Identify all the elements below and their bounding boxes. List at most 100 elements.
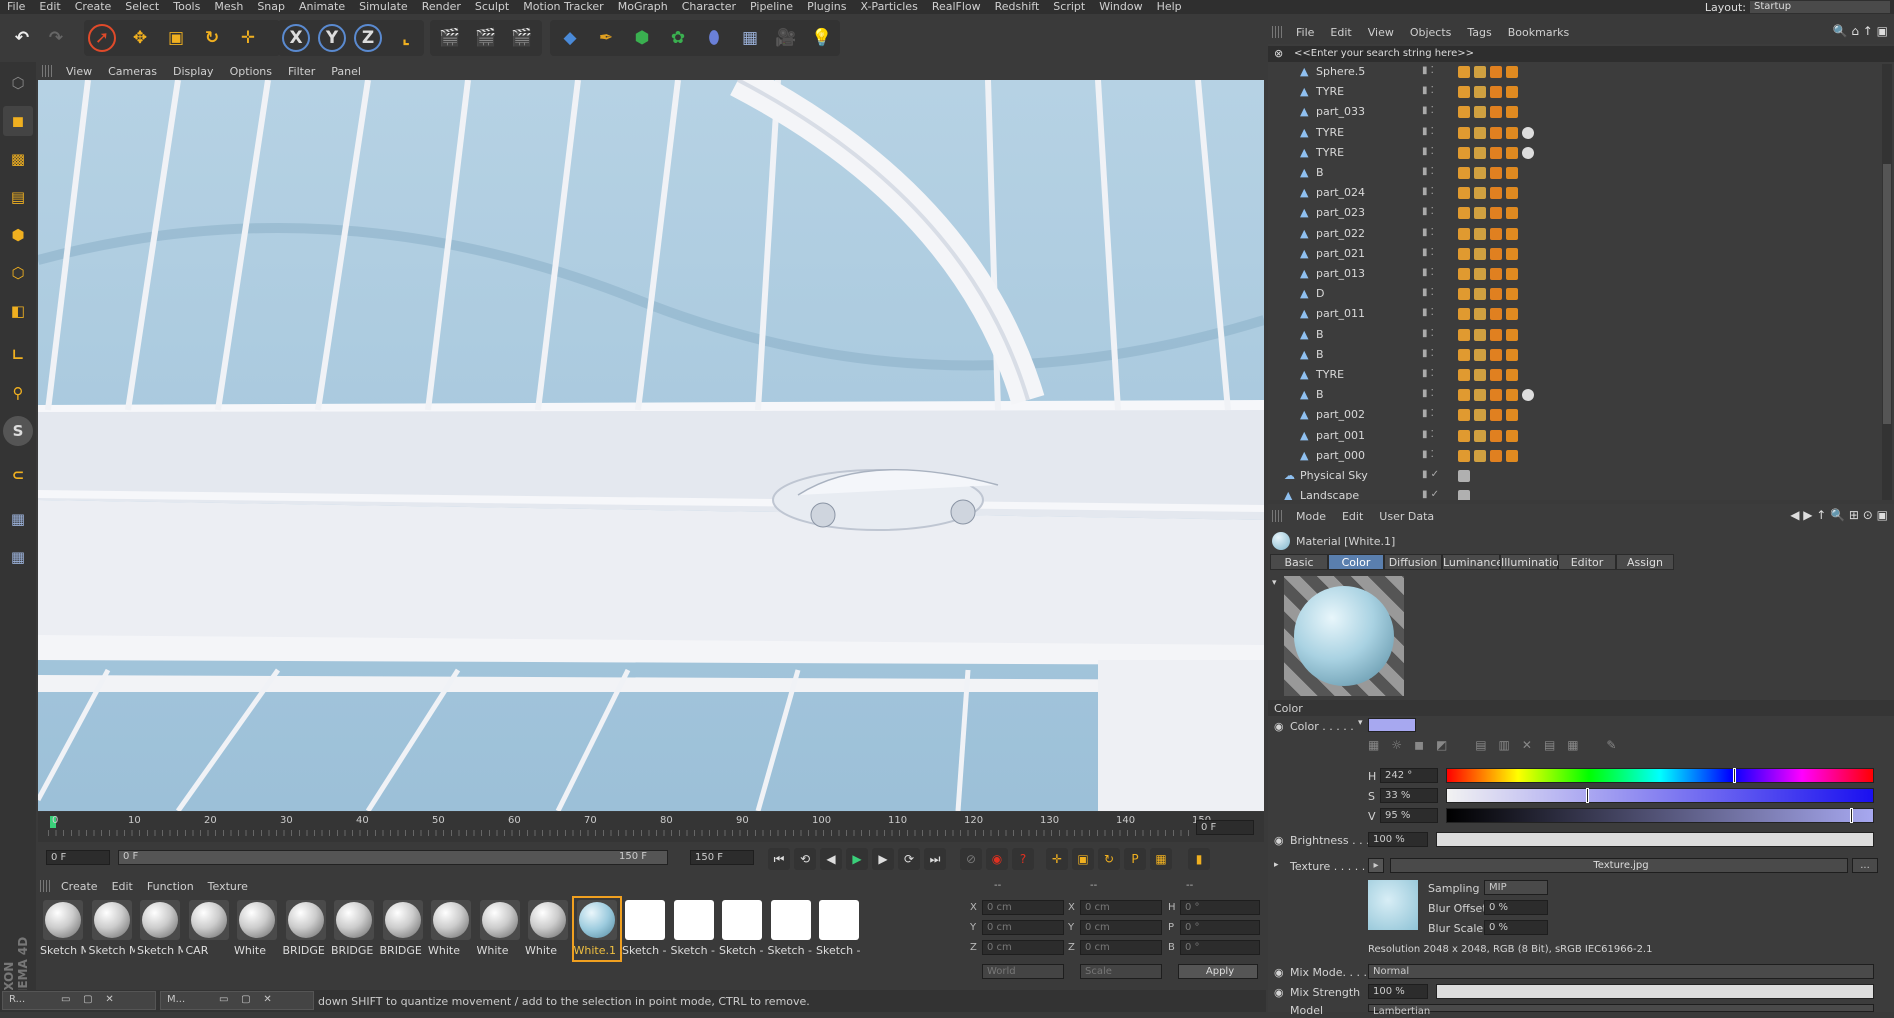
taskbar-item-render[interactable]: R... ▭ ▢ ✕ [2, 991, 156, 1010]
material-swatch[interactable]: Sketch - [671, 898, 717, 960]
tag-icon[interactable] [1506, 328, 1518, 341]
tag-icon[interactable] [1474, 167, 1486, 179]
solo-icon[interactable]: S [3, 416, 33, 446]
rotate-icon[interactable]: ↻ [196, 22, 228, 54]
menu-character[interactable]: Character [675, 0, 743, 14]
redo-icon[interactable]: ↷ [40, 22, 72, 54]
tag-icon[interactable] [1506, 288, 1518, 301]
tag-icon[interactable] [1474, 409, 1486, 422]
tag-icon[interactable] [1458, 470, 1470, 482]
tag-icon[interactable] [1506, 146, 1518, 159]
visibility-icon[interactable]: ▮ ⁚ [1422, 166, 1434, 177]
taskbar-item-material[interactable]: M... ▭ ▢ ✕ [160, 991, 314, 1010]
visibility-icon[interactable]: ▮ ⁚ [1422, 186, 1434, 197]
tag-icon[interactable] [1490, 126, 1502, 139]
perspective-viewport[interactable] [38, 80, 1264, 811]
visibility-icon[interactable]: ▮ ⁚ [1422, 388, 1434, 399]
object-row[interactable]: ▲ Landscape ▮ ✓ [1268, 486, 1878, 500]
model-mode-icon[interactable]: ◼ [3, 106, 33, 136]
tag-icon[interactable] [1458, 490, 1470, 500]
render-picture-viewer-icon[interactable]: 🎬 [470, 22, 502, 54]
menu-snap[interactable]: Snap [250, 0, 292, 14]
undo-icon[interactable]: ↶ [6, 22, 38, 54]
tab-editor[interactable]: Editor [1558, 554, 1616, 570]
goto-start-icon[interactable]: ⏮ [768, 848, 790, 870]
material-tag-icon[interactable] [1522, 126, 1534, 139]
tag-icon[interactable] [1474, 86, 1486, 99]
visibility-icon[interactable]: ▮ ⁚ [1422, 206, 1434, 217]
light-icon[interactable]: 💡 [806, 22, 838, 54]
tag-icon[interactable] [1474, 187, 1486, 200]
pos-x-field[interactable]: 0 cm [982, 900, 1064, 915]
visibility-icon[interactable]: ▮ ⁚ [1422, 348, 1434, 359]
value-knob[interactable] [1849, 808, 1853, 823]
scale-icon[interactable]: ▣ [160, 22, 192, 54]
viewport-menu-display[interactable]: Display [165, 65, 222, 78]
nav-icons[interactable]: ◀ ▶ ↑ 🔍 ⊞ ⊙ ▣ [1790, 508, 1888, 522]
color-swatch[interactable] [1368, 718, 1416, 732]
material-menu-edit[interactable]: Edit [105, 880, 140, 893]
object-menu-view[interactable]: View [1360, 26, 1402, 39]
snap-icon[interactable]: ⊂ [3, 460, 33, 490]
material-swatch[interactable]: Sketch M [137, 898, 183, 960]
material-swatch[interactable]: White [234, 898, 280, 960]
current-frame-field[interactable]: 0 F [1196, 820, 1254, 835]
brightness-field[interactable]: 100 % [1368, 832, 1428, 847]
play-icon[interactable]: ▶ [846, 848, 868, 870]
material-swatch[interactable]: Sketch M [40, 898, 86, 960]
tag-icon[interactable] [1506, 207, 1518, 220]
menu-motion-tracker[interactable]: Motion Tracker [516, 0, 610, 14]
object-row[interactable]: ▲ TYRE ▮ ⁚ [1268, 123, 1878, 143]
visibility-icon[interactable]: ▮ ⁚ [1422, 429, 1434, 440]
goto-end-icon[interactable]: ⏭ [924, 848, 946, 870]
object-search-field[interactable]: <<Enter your search string here>> [1268, 46, 1894, 62]
collapse-icon[interactable]: ▾ [1272, 578, 1277, 588]
texture-expand-icon[interactable]: ▸ [1274, 860, 1279, 870]
lock-workplane-icon[interactable]: ▦ [3, 504, 33, 534]
visibility-icon[interactable]: ▮ ⁚ [1422, 126, 1434, 137]
next-frame-icon[interactable]: ▶ [872, 848, 894, 870]
tag-icon[interactable] [1458, 146, 1470, 159]
object-row[interactable]: ▲ part_033 ▮ ⁚ [1268, 102, 1878, 122]
menu-simulate[interactable]: Simulate [352, 0, 415, 14]
menu-tools[interactable]: Tools [166, 0, 207, 14]
object-row[interactable]: ▲ part_001 ▮ ⁚ [1268, 426, 1878, 446]
rot-h-field[interactable]: 0 ° [1180, 900, 1260, 915]
model-dropdown[interactable]: Lambertian [1368, 1004, 1874, 1017]
h-field[interactable]: 242 ° [1380, 768, 1438, 783]
tag-icon[interactable] [1506, 449, 1518, 462]
saturation-knob[interactable] [1586, 788, 1590, 803]
object-row[interactable]: ▲ part_000 ▮ ⁚ [1268, 446, 1878, 466]
tag-icon[interactable] [1474, 146, 1486, 159]
menu-redshift[interactable]: Redshift [988, 0, 1047, 14]
color-anim-icon[interactable]: ◉ [1274, 720, 1284, 733]
tag-icon[interactable] [1458, 86, 1470, 99]
material-swatch[interactable]: BRIDGE [331, 898, 377, 960]
tag-icon[interactable] [1506, 167, 1518, 179]
object-row[interactable]: ▲ B ▮ ⁚ [1268, 385, 1878, 405]
visibility-icon[interactable]: ▮ ⁚ [1422, 146, 1434, 157]
menu-x-particles[interactable]: X-Particles [853, 0, 924, 14]
tag-icon[interactable] [1474, 126, 1486, 139]
material-swatch[interactable]: Sketch M [89, 898, 135, 960]
texture-browse-button[interactable]: ... [1852, 858, 1878, 873]
menu-mograph[interactable]: MoGraph [611, 0, 675, 14]
object-menu-edit[interactable]: Edit [1322, 26, 1359, 39]
close-search-icon[interactable]: ⊗ [1274, 47, 1283, 60]
tag-icon[interactable] [1506, 66, 1518, 78]
object-scrollbar[interactable] [1882, 64, 1892, 500]
menu-animate[interactable]: Animate [292, 0, 352, 14]
size-y-field[interactable]: 0 cm [1080, 920, 1162, 935]
tag-icon[interactable] [1458, 106, 1470, 119]
tab-diffusion[interactable]: Diffusion [1384, 554, 1442, 570]
visibility-icon[interactable]: ▮ ⁚ [1422, 267, 1434, 278]
viewport-menu-view[interactable]: View [58, 65, 100, 78]
tag-icon[interactable] [1458, 409, 1470, 422]
material-swatch[interactable]: White [477, 898, 523, 960]
material-swatch[interactable]: White [428, 898, 474, 960]
tag-icon[interactable] [1458, 449, 1470, 462]
tag-icon[interactable] [1506, 429, 1518, 442]
visibility-icon[interactable]: ▮ ⁚ [1422, 105, 1434, 116]
viewport-menu-options[interactable]: Options [222, 65, 280, 78]
menu-edit[interactable]: Edit [32, 0, 67, 14]
